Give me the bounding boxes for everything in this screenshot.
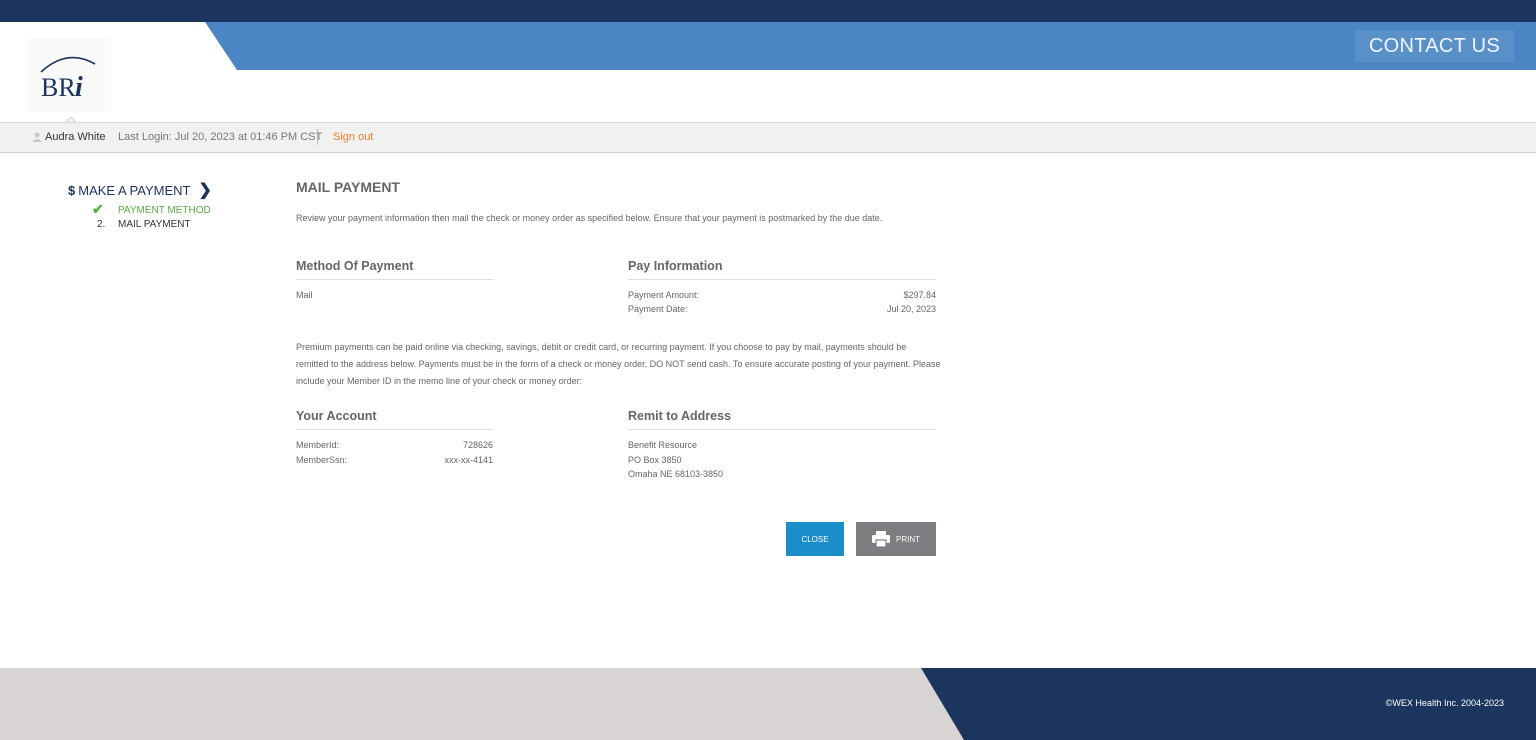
printer-icon bbox=[872, 531, 890, 547]
remit-line-2: PO Box 3850 bbox=[628, 455, 682, 465]
chevron-right-icon: ❯ bbox=[198, 182, 212, 199]
print-button-label: PRINT bbox=[896, 534, 920, 544]
top-navy-bar bbox=[0, 0, 1536, 22]
remit-to-address-heading: Remit to Address bbox=[628, 409, 936, 430]
bri-logo[interactable]: BR i bbox=[27, 38, 111, 112]
member-id-label: MemberId: bbox=[296, 440, 340, 450]
contact-us-button[interactable]: CONTACT US bbox=[1354, 30, 1514, 62]
member-id-value: 728626 bbox=[462, 440, 493, 450]
step-label: PAYMENT METHOD bbox=[118, 205, 211, 216]
last-login: Last Login: Jul 20, 2023 at 01:46 PM CST bbox=[118, 131, 323, 143]
member-ssn-label: MemberSsn: bbox=[296, 455, 348, 465]
premium-payment-notice: Premium payments can be paid online via … bbox=[296, 342, 941, 386]
step-payment-method[interactable]: ✔ PAYMENT METHOD bbox=[92, 201, 211, 217]
svg-text:i: i bbox=[75, 72, 83, 100]
make-a-payment-heading[interactable]: $ MAKE A PAYMENT ❯ bbox=[68, 180, 212, 200]
method-of-payment-heading: Method Of Payment bbox=[296, 259, 493, 280]
close-button[interactable]: CLOSE bbox=[786, 522, 844, 556]
print-button[interactable]: PRINT bbox=[856, 522, 936, 556]
userbar-divider bbox=[317, 129, 318, 145]
pay-information-heading: Pay Information bbox=[628, 259, 936, 280]
user-bar: Audra White Last Login: Jul 20, 2023 at … bbox=[0, 122, 1536, 153]
make-a-payment-label: MAKE A PAYMENT bbox=[78, 182, 191, 198]
page-title: MAIL PAYMENT bbox=[296, 179, 400, 195]
payment-amount-value: $297.84 bbox=[903, 290, 936, 300]
sign-out-link[interactable]: Sign out bbox=[333, 131, 373, 143]
payment-date-label: Payment Date: bbox=[628, 304, 688, 314]
dollar-icon: $ bbox=[68, 182, 76, 198]
check-icon: ✔ bbox=[92, 201, 104, 217]
header-blue-band bbox=[205, 22, 1536, 70]
user-icon bbox=[32, 132, 42, 142]
close-button-label: CLOSE bbox=[801, 534, 829, 544]
bri-logo-icon: BR i bbox=[40, 56, 96, 100]
remit-line-1: Benefit Resource bbox=[628, 440, 698, 450]
step-number: 2. bbox=[97, 219, 106, 230]
method-value: Mail bbox=[296, 290, 313, 300]
payment-amount-label: Payment Amount: bbox=[628, 290, 700, 300]
step-mail-payment: 2. MAIL PAYMENT bbox=[97, 219, 191, 230]
intro-text: Review your payment information then mai… bbox=[296, 213, 883, 223]
user-name: Audra White bbox=[45, 131, 106, 143]
svg-text:BR: BR bbox=[41, 73, 76, 100]
your-account-heading: Your Account bbox=[296, 409, 493, 430]
copyright-text: ©WEX Health Inc. 2004-2023 bbox=[1385, 698, 1504, 708]
payment-date-value: Jul 20, 2023 bbox=[886, 304, 936, 314]
step-label: MAIL PAYMENT bbox=[118, 219, 191, 230]
remit-line-3: Omaha NE 68103-3850 bbox=[628, 469, 724, 479]
member-ssn-value: xxx-xx-4141 bbox=[444, 455, 493, 465]
